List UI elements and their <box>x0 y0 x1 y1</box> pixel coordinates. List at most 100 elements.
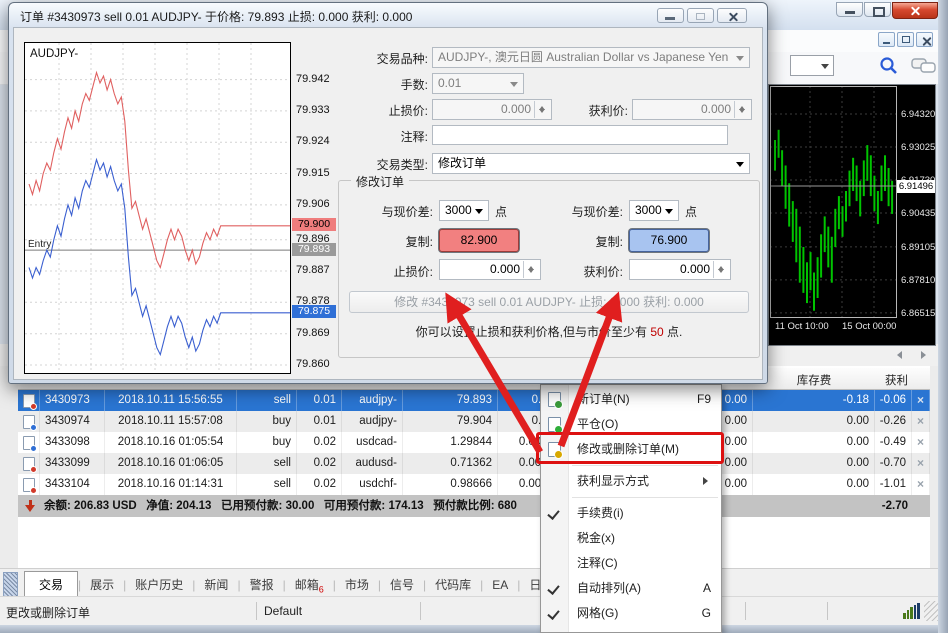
cell-order: 3433099 <box>40 453 105 474</box>
close-order-icon[interactable]: × <box>917 393 924 407</box>
connection-signal-icon <box>903 603 921 619</box>
x-axis-tick: 15 Oct 00:00 <box>842 321 896 332</box>
close-order-icon[interactable]: × <box>917 435 924 449</box>
dialog-minimize-button[interactable] <box>657 8 684 23</box>
note-text: 点. <box>664 325 683 339</box>
chat-icon[interactable] <box>910 56 938 78</box>
menu-item[interactable]: 注释(C) <box>541 551 721 576</box>
order-row[interactable]: 34331042018.10.16 01:14:31sell0.02usdchf… <box>18 474 930 495</box>
tab-新闻[interactable]: 新闻 <box>195 572 237 596</box>
menu-item-label: 新订单(N) <box>577 392 630 406</box>
menu-shortcut: F9 <box>697 387 711 412</box>
window-right-frame <box>938 0 948 633</box>
cell-profit: -1.01 <box>875 474 912 495</box>
dialog-body: EntryAUDJPY- 79.94279.93379.92479.91579.… <box>13 27 763 380</box>
menu-item-label: 手续费(i) <box>577 506 624 520</box>
toolbar-dropdown[interactable] <box>790 55 834 76</box>
tab-信号[interactable]: 信号 <box>381 572 423 596</box>
price-tick: 79.924 <box>296 135 330 147</box>
order-row[interactable]: 34330982018.10.16 01:05:54buy0.02usdcad-… <box>18 432 930 453</box>
current-price-tag: 6.91496 <box>897 180 935 193</box>
menu-item-label: 网格(G) <box>577 606 618 620</box>
menu-item[interactable]: 获利显示方式 <box>541 469 721 494</box>
chart-close-button[interactable] <box>916 32 933 47</box>
price-tick: 79.942 <box>296 73 330 85</box>
close-order-icon[interactable]: × <box>917 477 924 491</box>
cell-profit: -0.06 <box>875 390 912 411</box>
order-dialog[interactable]: 订单 #3430973 sell 0.01 AUDJPY- 于价格: 79.89… <box>8 2 768 384</box>
cell-lots: 0.01 <box>297 390 342 411</box>
cell-lots: 0.01 <box>297 411 342 432</box>
main-maximize-button[interactable] <box>864 2 891 17</box>
symbol-value: AUDJPY-, 澳元日圆 Australian Dollar vs Japan… <box>438 50 728 64</box>
main-close-button[interactable] <box>892 2 938 19</box>
menu-item[interactable]: 网格(G)G <box>541 601 721 626</box>
chart-minimize-button[interactable] <box>878 32 895 47</box>
order-row[interactable]: 34309732018.10.11 15:56:55sell0.01audjpy… <box>18 390 930 411</box>
menu-separator <box>572 465 718 466</box>
market-chart-window[interactable]: 6.943206.930256.917306.904356.891056.878… <box>768 84 936 346</box>
modify-sl-field[interactable]: 0.000 <box>439 259 541 280</box>
cell-price: 0.71362 <box>403 453 498 474</box>
spin-down-icon <box>739 109 745 116</box>
column-header-profit[interactable]: 获利 <box>875 372 908 388</box>
check-icon <box>547 507 559 520</box>
tab-邮箱[interactable]: 邮箱6 <box>286 572 333 597</box>
scroll-left-icon[interactable] <box>893 351 902 359</box>
tab-展示[interactable]: 展示 <box>81 572 123 596</box>
tick-chart-price-axis: 79.94279.93379.92479.91579.90679.89679.8… <box>291 42 340 372</box>
tab-交易[interactable]: 交易 <box>24 571 78 598</box>
copy-sl-price-button[interactable]: 82.900 <box>439 229 519 252</box>
order-type-icon <box>23 457 35 471</box>
order-row[interactable]: 34330992018.10.16 01:06:05sell0.02audusd… <box>18 453 930 474</box>
tab-市场[interactable]: 市场 <box>336 572 378 596</box>
tab-EA[interactable]: EA <box>483 574 517 595</box>
spinner-buttons[interactable] <box>523 261 539 278</box>
dialog-restore-button[interactable] <box>687 8 714 23</box>
cell-symbol: usdchf- <box>342 474 403 495</box>
column-header-swap[interactable]: 库存费 <box>753 372 875 388</box>
chart-restore-button[interactable] <box>897 32 914 47</box>
note-points: 50 <box>650 325 663 339</box>
close-order-icon[interactable]: × <box>917 414 924 428</box>
check-icon <box>547 582 559 595</box>
cell-swap: 0.00 <box>753 411 875 432</box>
status-separator <box>256 602 257 620</box>
menu-item[interactable]: 自动排列(A)A <box>541 576 721 601</box>
minimize-icon <box>845 11 855 14</box>
copy-tp-price-button[interactable]: 76.900 <box>629 229 709 252</box>
market-chart-plot <box>770 86 897 318</box>
dialog-title: 订单 #3430973 sell 0.01 AUDJPY- 于价格: 79.89… <box>20 8 412 25</box>
zoom-icon[interactable] <box>878 56 900 78</box>
chevron-down-icon <box>510 82 518 91</box>
mail-badge: 6 <box>319 584 324 594</box>
main-minimize-button[interactable] <box>836 2 863 17</box>
stoploss-value: 0.000 <box>501 102 531 116</box>
order-tick-chart: EntryAUDJPY- 79.94279.93379.92479.91579.… <box>24 42 340 374</box>
modify-order-button[interactable]: 修改 #3430973 sell 0.01 AUDJPY- 止损: 0.000 … <box>349 291 749 313</box>
close-order-icon[interactable]: × <box>917 456 924 470</box>
comment-input[interactable] <box>432 125 728 145</box>
tab-代码库[interactable]: 代码库 <box>426 572 480 596</box>
order-type-select[interactable]: 修改订单 <box>432 153 750 174</box>
menu-item[interactable]: 手续费(i) <box>541 501 721 526</box>
menu-item[interactable]: 税金(x) <box>541 526 721 551</box>
tab-警报[interactable]: 警报 <box>241 572 283 596</box>
tab-账户历史[interactable]: 账户历史 <box>126 572 192 596</box>
menu-item[interactable]: 新订单(N) F9 <box>541 387 721 412</box>
dialog-close-button[interactable] <box>717 8 747 23</box>
order-type-label: 交易类型: <box>340 156 428 173</box>
market-chart-price-axis: 6.943206.930256.917306.904356.891056.878… <box>898 85 935 345</box>
status-profile[interactable]: Default <box>264 604 302 618</box>
scroll-right-icon[interactable] <box>921 351 930 359</box>
symbol-label: 交易品种: <box>340 50 428 67</box>
spinner-buttons[interactable] <box>713 261 729 278</box>
modify-tp-field[interactable]: 0.000 <box>629 259 731 280</box>
spinner-buttons <box>734 101 750 118</box>
order-row[interactable]: 34309742018.10.11 15:57:08buy0.01audjpy-… <box>18 411 930 432</box>
cell-time: 2018.10.16 01:06:05 <box>105 453 237 474</box>
status-bar: 更改或删除订单 Default <box>0 596 948 626</box>
cell-price: 0.98666 <box>403 474 498 495</box>
modify-tp-label: 获利价: <box>543 263 623 280</box>
diff-label-sl: 与现价差: <box>353 203 433 220</box>
